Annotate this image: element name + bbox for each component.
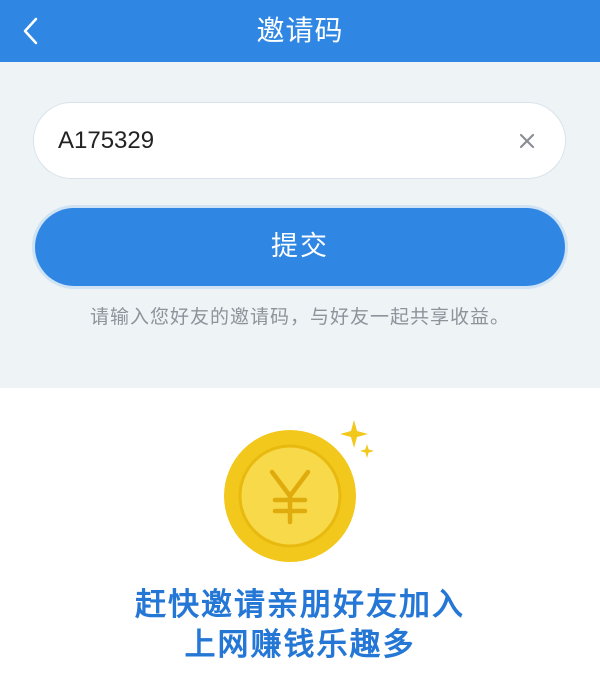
yen-coin-icon [224, 430, 356, 562]
sparkle-icon [340, 420, 374, 458]
invite-form-panel: 提交 请输入您好友的邀请码，与好友一起共享收益。 [0, 62, 600, 388]
top-bar: 邀请码 [0, 0, 600, 62]
invite-hint-text: 请输入您好友的邀请码，与好友一起共享收益。 [89, 306, 510, 328]
promo-text: 赶快邀请亲朋好友加入 上网赚钱乐趣多 [0, 585, 600, 665]
promo-line-1: 赶快邀请亲朋好友加入 [135, 587, 465, 623]
invite-code-input[interactable] [58, 103, 498, 178]
submit-button[interactable]: 提交 [35, 208, 565, 286]
page-title: 邀请码 [256, 14, 344, 47]
close-icon [519, 133, 535, 149]
coin-illustration [220, 414, 380, 564]
invite-code-field [33, 102, 566, 179]
promo-line-2: 上网赚钱乐趣多 [184, 627, 416, 663]
clear-input-button[interactable] [515, 129, 539, 153]
